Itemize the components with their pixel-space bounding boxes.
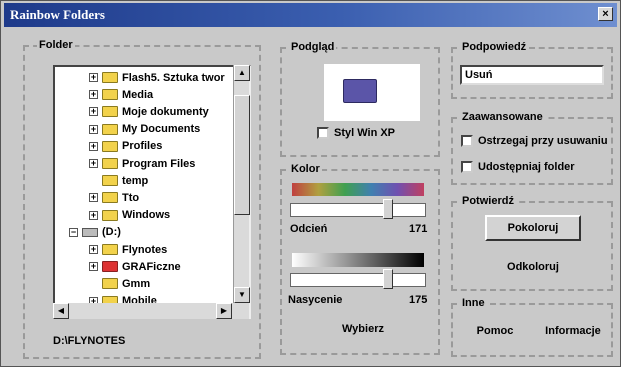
tree-item[interactable]: + Flynotes xyxy=(89,241,167,258)
folder-tree[interactable]: + Flash5. Sztuka twor + Media + Moje dokument… xyxy=(53,65,251,319)
expand-icon[interactable]: + xyxy=(89,124,98,134)
scroll-left-button[interactable]: ◀ xyxy=(53,303,69,319)
folder-icon xyxy=(102,192,118,204)
tree-item-label: My Documents xyxy=(122,123,201,136)
tree-item[interactable]: + Media xyxy=(89,86,153,103)
tree-item[interactable]: + Program Files xyxy=(89,155,195,172)
tree-item[interactable]: + Profiles xyxy=(89,138,162,155)
tree-item[interactable]: Gmm xyxy=(89,275,150,292)
folder-icon xyxy=(102,244,118,255)
tree-item-label: Profiles xyxy=(122,140,163,153)
hue-value: 171 xyxy=(409,223,428,235)
expand-icon[interactable]: + xyxy=(89,73,98,82)
tree-item-label: Media xyxy=(122,88,154,101)
win-xp-style-checkbox[interactable] xyxy=(317,127,329,139)
confirm-panel-label: Potwierdź xyxy=(460,195,516,207)
title-bar[interactable]: Rainbow Folders × xyxy=(4,3,617,27)
folder-icon xyxy=(102,278,118,290)
preview-panel-label: Podgląd xyxy=(289,41,337,53)
advanced-panel-label: Zaawansowane xyxy=(460,111,545,123)
tree-item[interactable]: + Windows xyxy=(89,207,170,224)
tree-item[interactable]: − (D:) xyxy=(69,224,121,241)
tree-item[interactable]: temp xyxy=(89,172,148,189)
folder-icon xyxy=(102,72,118,83)
color-panel-label: Kolor xyxy=(289,163,322,175)
expand-icon[interactable]: + xyxy=(89,90,98,100)
tree-item-label: Moje dokumenty xyxy=(122,105,209,118)
drive-icon xyxy=(82,227,98,237)
expand-icon[interactable]: + xyxy=(89,107,98,117)
current-path: D:\FLYNOTES xyxy=(53,335,126,347)
folder-icon xyxy=(102,89,118,101)
tree-item[interactable]: + My Documents xyxy=(89,121,200,138)
expand-icon[interactable]: + xyxy=(89,141,98,151)
advanced-panel xyxy=(451,117,613,185)
scroll-thumb[interactable] xyxy=(234,95,250,215)
folder-icon xyxy=(102,261,118,273)
saturation-gradient xyxy=(292,253,424,267)
tree-item[interactable]: + Flash5. Sztuka twor xyxy=(89,69,225,86)
preview-folder-icon xyxy=(343,79,377,103)
folder-icon xyxy=(102,158,118,169)
expand-icon[interactable]: + xyxy=(89,210,98,220)
tree-item-label: temp xyxy=(122,174,149,187)
tree-item[interactable]: + GRAFiczne xyxy=(89,258,181,275)
saturation-slider-thumb[interactable] xyxy=(383,269,393,289)
tree-item-label: Flash5. Sztuka twor xyxy=(122,71,225,84)
expand-icon[interactable]: + xyxy=(89,262,98,272)
scroll-up-button[interactable]: ▲ xyxy=(234,65,250,81)
tree-item-label: Flynotes xyxy=(122,243,168,256)
saturation-value: 175 xyxy=(409,294,428,306)
share-folder-checkbox[interactable] xyxy=(461,161,473,173)
expand-icon[interactable]: + xyxy=(89,245,98,254)
info-button[interactable]: Informacje xyxy=(539,325,607,337)
warn-delete-checkbox[interactable] xyxy=(461,135,473,147)
tree-item-label: (D:) xyxy=(102,226,121,239)
tree-item-label: Program Files xyxy=(122,157,196,170)
warn-delete-label: Ostrzegaj przy usuwaniu xyxy=(478,135,608,147)
folder-icon xyxy=(102,175,118,187)
window-title: Rainbow Folders xyxy=(10,7,105,22)
help-button[interactable]: Pomoc xyxy=(467,325,523,337)
colorize-button[interactable]: Pokoloruj xyxy=(485,215,581,241)
folder-icon xyxy=(102,123,118,135)
hue-gradient xyxy=(292,183,424,196)
tree-item-label: GRAFiczne xyxy=(122,260,181,273)
hue-label: Odcień xyxy=(290,223,328,235)
tree-vertical-scrollbar[interactable]: ▲ ▼ xyxy=(233,65,250,319)
hue-slider[interactable] xyxy=(290,203,426,217)
folder-icon xyxy=(102,106,118,118)
tree-horizontal-scrollbar[interactable]: ◀ ▶ xyxy=(53,303,249,319)
win-xp-style-label: Styl Win XP xyxy=(334,127,396,139)
scroll-down-button[interactable]: ▼ xyxy=(234,287,250,303)
saturation-label: Nasycenie xyxy=(288,294,343,306)
hint-panel-label: Podpowiedź xyxy=(460,41,529,53)
choose-color-button[interactable]: Wybierz xyxy=(323,323,403,335)
tree-item-label: Tto xyxy=(122,191,140,204)
saturation-slider[interactable] xyxy=(290,273,426,287)
tree-item[interactable]: + Moje dokumenty xyxy=(89,103,209,120)
folder-icon xyxy=(102,209,118,221)
hue-slider-thumb[interactable] xyxy=(383,199,393,219)
folder-panel-label: Folder xyxy=(37,39,75,51)
expand-icon[interactable]: + xyxy=(89,159,98,168)
other-panel-label: Inne xyxy=(460,297,487,309)
expand-icon[interactable]: + xyxy=(89,193,98,203)
share-folder-label: Udostępniaj folder xyxy=(478,161,575,173)
folder-icon xyxy=(102,140,118,152)
tree-item-label: Windows xyxy=(122,209,171,222)
scroll-right-button[interactable]: ▶ xyxy=(216,303,232,319)
tree-item[interactable]: + Tto xyxy=(89,189,139,206)
tree-item-label: Gmm xyxy=(122,277,151,290)
collapse-icon[interactable]: − xyxy=(69,227,78,237)
hint-input[interactable]: Usuń xyxy=(460,65,604,85)
rainbow-folders-window: Rainbow Folders × Folder + Flash5. Sztuka… xyxy=(0,0,621,367)
uncolorize-button[interactable]: Odkoloruj xyxy=(496,261,570,273)
close-button[interactable]: × xyxy=(598,7,613,21)
